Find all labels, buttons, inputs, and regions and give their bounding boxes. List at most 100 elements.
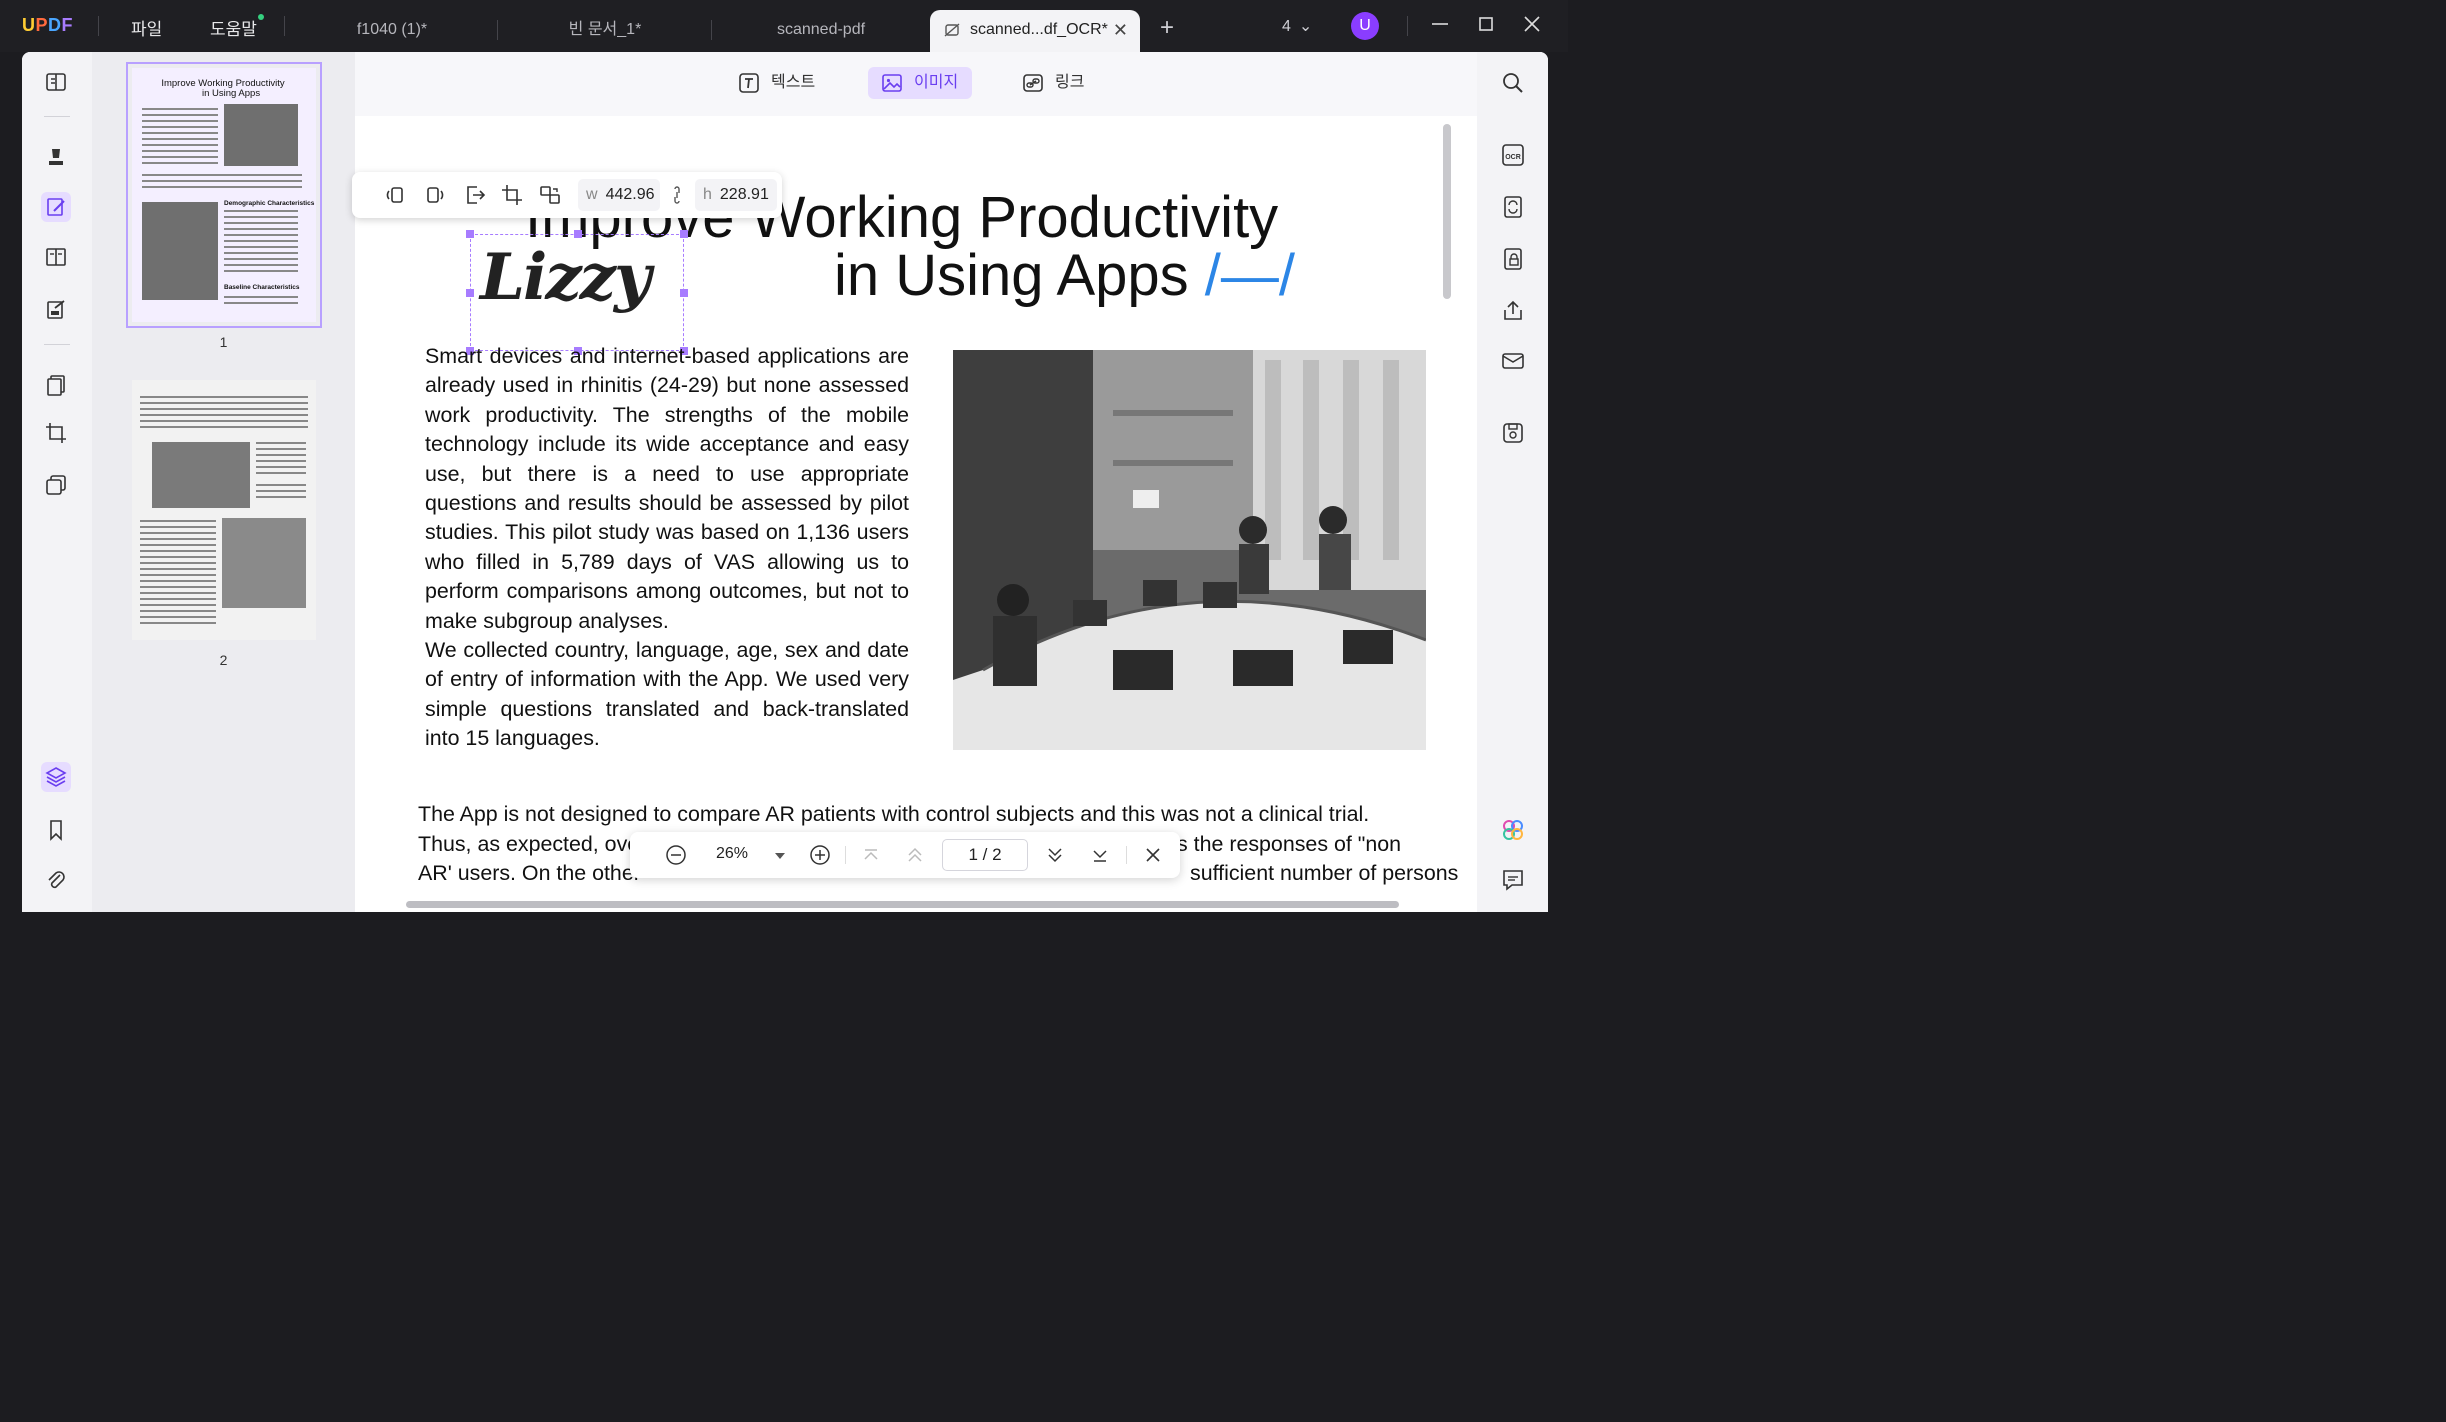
image-edit-toolbar: w 442.96 h 228.91 [352,172,782,218]
paragraph-2: We collected country, language, age, sex… [425,638,909,751]
watermark-tool[interactable] [41,470,71,500]
maximize-icon[interactable] [1474,12,1498,36]
meeting-photo-image [953,350,1426,750]
body-line[interactable]: sufficient number of persons [1190,861,1458,886]
search-icon[interactable] [1500,70,1526,96]
resize-handle[interactable] [466,289,474,297]
comment-list-icon[interactable] [1500,867,1526,893]
zoom-out-icon[interactable] [664,843,688,867]
mode-label: 텍스트 [771,74,816,91]
page-number-input[interactable]: 1 / 2 [942,839,1028,871]
save-icon[interactable] [1500,420,1526,446]
menu-help-label: 도움말 [210,20,257,39]
updf-logo: UPDF [22,15,74,35]
resize-handle[interactable] [680,230,688,238]
book-icon [46,73,66,91]
resize-handle[interactable] [466,230,474,238]
previous-page-icon[interactable] [903,843,927,867]
two-page-icon [46,248,66,266]
rotate-right-icon[interactable] [422,183,446,207]
menu-file[interactable]: 파일 [131,15,162,40]
menu-help[interactable]: 도움말 [210,14,264,40]
link-mode-button[interactable]: 링크 [1009,67,1098,99]
tab-scanned-pdf[interactable]: scanned-pdf [712,10,930,52]
edit-tool[interactable] [41,192,71,222]
zoom-level[interactable]: 26% [716,845,748,863]
thumb-photo [222,518,306,608]
aspect-lock-icon[interactable] [665,183,689,207]
image-mode-button[interactable]: 이미지 [868,67,973,99]
convert-icon[interactable] [1500,194,1526,220]
new-tab-button[interactable]: + [1160,14,1174,42]
body-paragraph[interactable]: Smart devices and internet-based applica… [425,342,909,754]
body-line[interactable]: Thus, as expected, over [418,832,646,857]
close-tab-icon[interactable]: ✕ [1113,10,1128,50]
text-mode-button[interactable]: 텍스트 [725,67,829,99]
title-accent: /—/ [1204,243,1296,308]
pdf-page: Improve Working Productivity in Using Ap… [355,116,1465,912]
reader-tool[interactable] [41,67,71,97]
horizontal-scrollbar[interactable] [406,901,1399,908]
crop-image-icon[interactable] [500,183,524,207]
page-thumbnail-1[interactable]: Improve Working Productivity in Using Ap… [126,62,322,328]
minimize-icon[interactable] [1428,12,1452,36]
document-subtitle[interactable]: in Using Apps /—/ [834,242,1295,309]
bookmark-tool[interactable] [41,815,71,845]
crop-page-icon [46,423,66,443]
page-navigation-bar: 26% 1 / 2 [630,832,1180,878]
divider [44,344,70,345]
replace-image-icon[interactable] [538,183,562,207]
crop-tool[interactable] [41,418,71,448]
ocr-icon[interactable]: OCR [1500,142,1526,168]
body-line[interactable]: s the responses of "non [1177,832,1401,857]
vertical-scrollbar[interactable] [1443,124,1451,299]
comment-tool[interactable] [41,142,71,172]
left-toolbar [22,52,92,912]
height-value: 228.91 [719,186,769,203]
rotate-left-icon[interactable] [384,183,408,207]
tab-blank-document[interactable]: 빈 문서_1* [498,10,712,52]
svg-text:OCR: OCR [1505,154,1521,161]
form-tool[interactable] [41,295,71,325]
tab-count: 4 [1282,18,1291,35]
user-avatar[interactable]: U [1351,12,1379,40]
tab-scanned-ocr[interactable]: scanned...df_OCR* ✕ [930,10,1140,52]
page-thumbnail-2[interactable] [132,380,316,640]
height-field[interactable]: h 228.91 [695,179,777,211]
close-icon[interactable] [1141,843,1165,867]
zoom-dropdown-icon[interactable] [772,843,788,867]
edit-mode-bar: 텍스트 이미지 링크 [355,52,1477,116]
layers-tool[interactable] [41,762,71,792]
text-box-icon [739,73,759,93]
divider [284,16,285,36]
next-page-icon[interactable] [1043,843,1067,867]
tab-f1040[interactable]: f1040 (1)* [286,10,498,52]
bookmark-icon [50,820,62,841]
image-selection-box[interactable] [466,230,688,355]
resize-handle[interactable] [574,230,582,238]
thumb-photo [152,442,250,508]
meeting-photo[interactable] [953,350,1426,750]
attachment-tool[interactable] [41,866,71,896]
ai-assistant-icon[interactable] [1500,817,1526,843]
extract-image-icon[interactable] [463,183,487,207]
organize-pages-tool[interactable] [41,370,71,400]
email-icon[interactable] [1500,348,1526,374]
tab-count-dropdown[interactable]: 4 ⌄ [1282,16,1312,36]
notification-dot [257,14,264,20]
share-icon[interactable] [1500,298,1526,324]
width-field[interactable]: w 442.96 [578,179,660,211]
body-line[interactable]: The App is not designed to compare AR pa… [418,802,1369,827]
resize-handle[interactable] [680,289,688,297]
last-page-icon[interactable] [1088,843,1112,867]
edit-pdf-icon [47,198,65,216]
zoom-in-icon[interactable] [808,843,832,867]
page-layout-tool[interactable] [41,242,71,272]
protect-icon[interactable] [1500,246,1526,272]
paperclip-icon [48,871,65,889]
thumb-photo [224,104,298,166]
close-window-icon[interactable] [1520,12,1544,36]
first-page-icon[interactable] [859,843,883,867]
tab-label: 빈 문서_1* [568,21,642,38]
body-line[interactable]: AR' users. On the other [418,861,641,886]
